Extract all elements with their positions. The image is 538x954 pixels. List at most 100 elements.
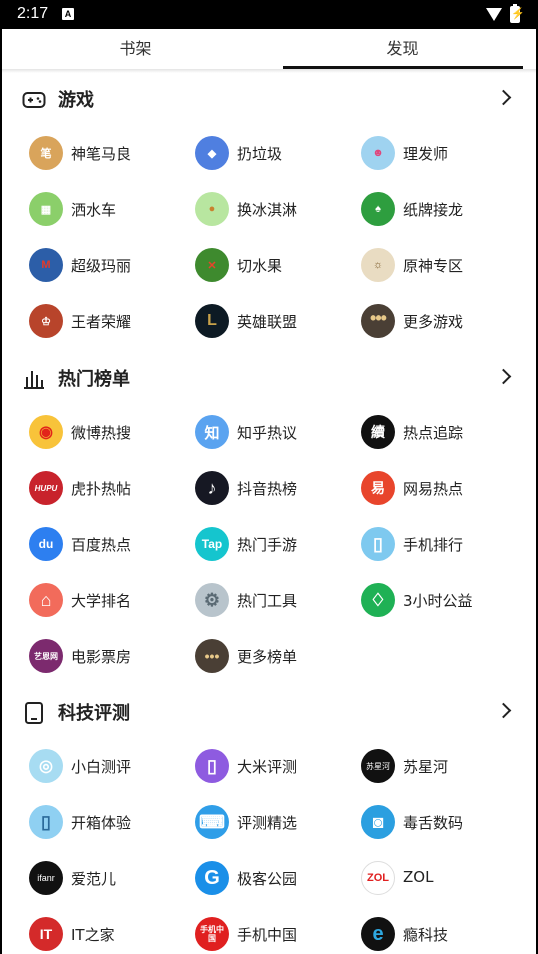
- grid-item[interactable]: ◉ 微博热搜: [29, 415, 189, 455]
- grid-item[interactable]: Tap 热门手游: [195, 527, 355, 567]
- grid-item[interactable]: ▦ 洒水车: [29, 192, 189, 232]
- grid-item[interactable]: M 超级玛丽: [29, 248, 189, 288]
- engadget-icon: e: [361, 917, 395, 951]
- item-label: 神笔马良: [71, 145, 132, 163]
- grid-item[interactable]: ZOL ZOL: [361, 861, 521, 901]
- tab-bookshelf[interactable]: 书架: [2, 29, 269, 70]
- grid-item[interactable]: ◆ 扔垃圾: [195, 136, 355, 176]
- grid-item[interactable]: 苏星河 苏星河: [361, 749, 521, 789]
- sprinkler-truck-icon: ▦: [29, 192, 63, 226]
- grid-item[interactable]: ♪ 抖音热榜: [195, 471, 355, 511]
- solitaire-cards-icon: ♠: [361, 192, 395, 226]
- douyin-icon: ♪: [195, 471, 229, 505]
- item-label: 切水果: [237, 257, 283, 275]
- camera-icon: ◙: [361, 805, 395, 839]
- review-picks-icon: ⌨: [195, 805, 229, 839]
- grid-item[interactable]: 易 网易热点: [361, 471, 521, 511]
- section-title: 热门榜单: [58, 369, 130, 390]
- item-label: 纸牌接龙: [403, 201, 464, 219]
- ifanr-icon: ifanr: [29, 861, 63, 895]
- grid-item[interactable]: ⌂ 大学排名: [29, 583, 189, 623]
- item-label: 百度热点: [71, 536, 132, 554]
- item-label: 热点追踪: [403, 424, 464, 442]
- item-label: 毒舌数码: [403, 814, 464, 832]
- section-title: 科技评测: [58, 703, 130, 724]
- grid-item[interactable]: ☼ 原神专区: [361, 248, 521, 288]
- grid-item[interactable]: e 瘾科技: [361, 917, 521, 954]
- bar-chart-icon: [24, 371, 44, 389]
- section-tech-reviews: 科技评测 ◎ 小白测评 ▯ 大米评测 苏星河 苏星河 ▯ 开箱体验 ⌨ 评测精选…: [2, 685, 536, 951]
- item-label: 苏星河: [403, 758, 449, 776]
- item-label: 爱范儿: [71, 870, 117, 888]
- fruit-ninja-icon: ✕: [195, 248, 229, 282]
- item-label: 瘾科技: [403, 926, 449, 944]
- xiaobai-icon: ◎: [29, 749, 63, 783]
- charity-icon: ♢: [361, 583, 395, 617]
- baidu-icon: du: [29, 527, 63, 561]
- item-label: 英雄联盟: [237, 313, 298, 331]
- grid-item[interactable]: ifanr 爱范儿: [29, 861, 189, 901]
- dami-icon: ▯: [195, 749, 229, 783]
- trash-throw-icon: ◆: [195, 136, 229, 170]
- chevron-right-icon[interactable]: [495, 368, 512, 385]
- grid-item[interactable]: 續 热点追踪: [361, 415, 521, 455]
- section-header-hot-lists[interactable]: 热门榜单: [2, 351, 536, 407]
- grid-item[interactable]: IT IT之家: [29, 917, 189, 954]
- grid-item[interactable]: du 百度热点: [29, 527, 189, 567]
- genshin-icon: ☼: [361, 248, 395, 282]
- ithome-icon: IT: [29, 917, 63, 951]
- grid-item[interactable]: L 英雄联盟: [195, 304, 355, 344]
- item-label: 更多游戏: [403, 313, 464, 331]
- honor-of-kings-icon: ♔: [29, 304, 63, 338]
- phone-ranking-icon: ▯: [361, 527, 395, 561]
- item-label: 微博热搜: [71, 424, 132, 442]
- tools-gear-icon: ⚙: [195, 583, 229, 617]
- item-label: 电影票房: [71, 648, 132, 666]
- top-tabs: 书架 发现: [2, 29, 536, 73]
- suxinghe-icon: 苏星河: [361, 749, 395, 783]
- discover-screen: 书架 发现 游戏 笔 神笔马良 ◆ 扔垃圾 ☻ 理发师 ▦ 洒水车 ● 换冰淇淋…: [2, 29, 536, 954]
- grid-item[interactable]: 艺恩网 电影票房: [29, 639, 189, 679]
- grid-item[interactable]: ••• 更多榜单: [195, 639, 355, 679]
- item-label: 超级玛丽: [71, 257, 132, 275]
- grid-item[interactable]: ● 换冰淇淋: [195, 192, 355, 232]
- super-mario-icon: M: [29, 248, 63, 282]
- grid-item[interactable]: ♔ 王者荣耀: [29, 304, 189, 344]
- grid-item[interactable]: ⌨ 评测精选: [195, 805, 355, 845]
- notification-icon: A: [62, 8, 74, 20]
- grid-item[interactable]: ⚙ 热门工具: [195, 583, 355, 623]
- grid-item[interactable]: ▯ 手机排行: [361, 527, 521, 567]
- grid-item[interactable]: ✕ 切水果: [195, 248, 355, 288]
- university-icon: ⌂: [29, 583, 63, 617]
- unboxing-icon: ▯: [29, 805, 63, 839]
- grid-item[interactable]: 笔 神笔马良: [29, 136, 189, 176]
- item-label: 开箱体验: [71, 814, 132, 832]
- grid-item[interactable]: ◎ 小白测评: [29, 749, 189, 789]
- barber-icon: ☻: [361, 136, 395, 170]
- item-label: 抖音热榜: [237, 480, 298, 498]
- item-label: 王者荣耀: [71, 313, 132, 331]
- grid-item[interactable]: ▯ 大米评测: [195, 749, 355, 789]
- grid-item[interactable]: 手机中国 手机中国: [195, 917, 355, 954]
- item-label: 热门工具: [237, 592, 298, 610]
- section-header-tech-reviews[interactable]: 科技评测: [2, 685, 536, 741]
- hupu-icon: HUPU: [29, 471, 63, 505]
- tab-discover[interactable]: 发现: [269, 29, 536, 70]
- chevron-right-icon[interactable]: [495, 702, 512, 719]
- grid-item[interactable]: ••• 更多游戏: [361, 304, 521, 344]
- chevron-right-icon[interactable]: [495, 89, 512, 106]
- section-title: 游戏: [58, 90, 94, 111]
- wifi-icon: [486, 8, 502, 21]
- cnmo-icon: 手机中国: [195, 917, 229, 951]
- grid-item[interactable]: G 极客公园: [195, 861, 355, 901]
- grid-item[interactable]: ☻ 理发师: [361, 136, 521, 176]
- grid-item[interactable]: HUPU 虎扑热帖: [29, 471, 189, 511]
- grid-item[interactable]: ♢ 3小时公益: [361, 583, 521, 623]
- grid-item[interactable]: ▯ 开箱体验: [29, 805, 189, 845]
- status-time: 2:17: [17, 5, 49, 22]
- grid-item[interactable]: ♠ 纸牌接龙: [361, 192, 521, 232]
- grid-item[interactable]: ◙ 毒舌数码: [361, 805, 521, 845]
- grid-item[interactable]: 知 知乎热议: [195, 415, 355, 455]
- box-office-icon: 艺恩网: [29, 639, 63, 673]
- section-header-games[interactable]: 游戏: [2, 72, 536, 128]
